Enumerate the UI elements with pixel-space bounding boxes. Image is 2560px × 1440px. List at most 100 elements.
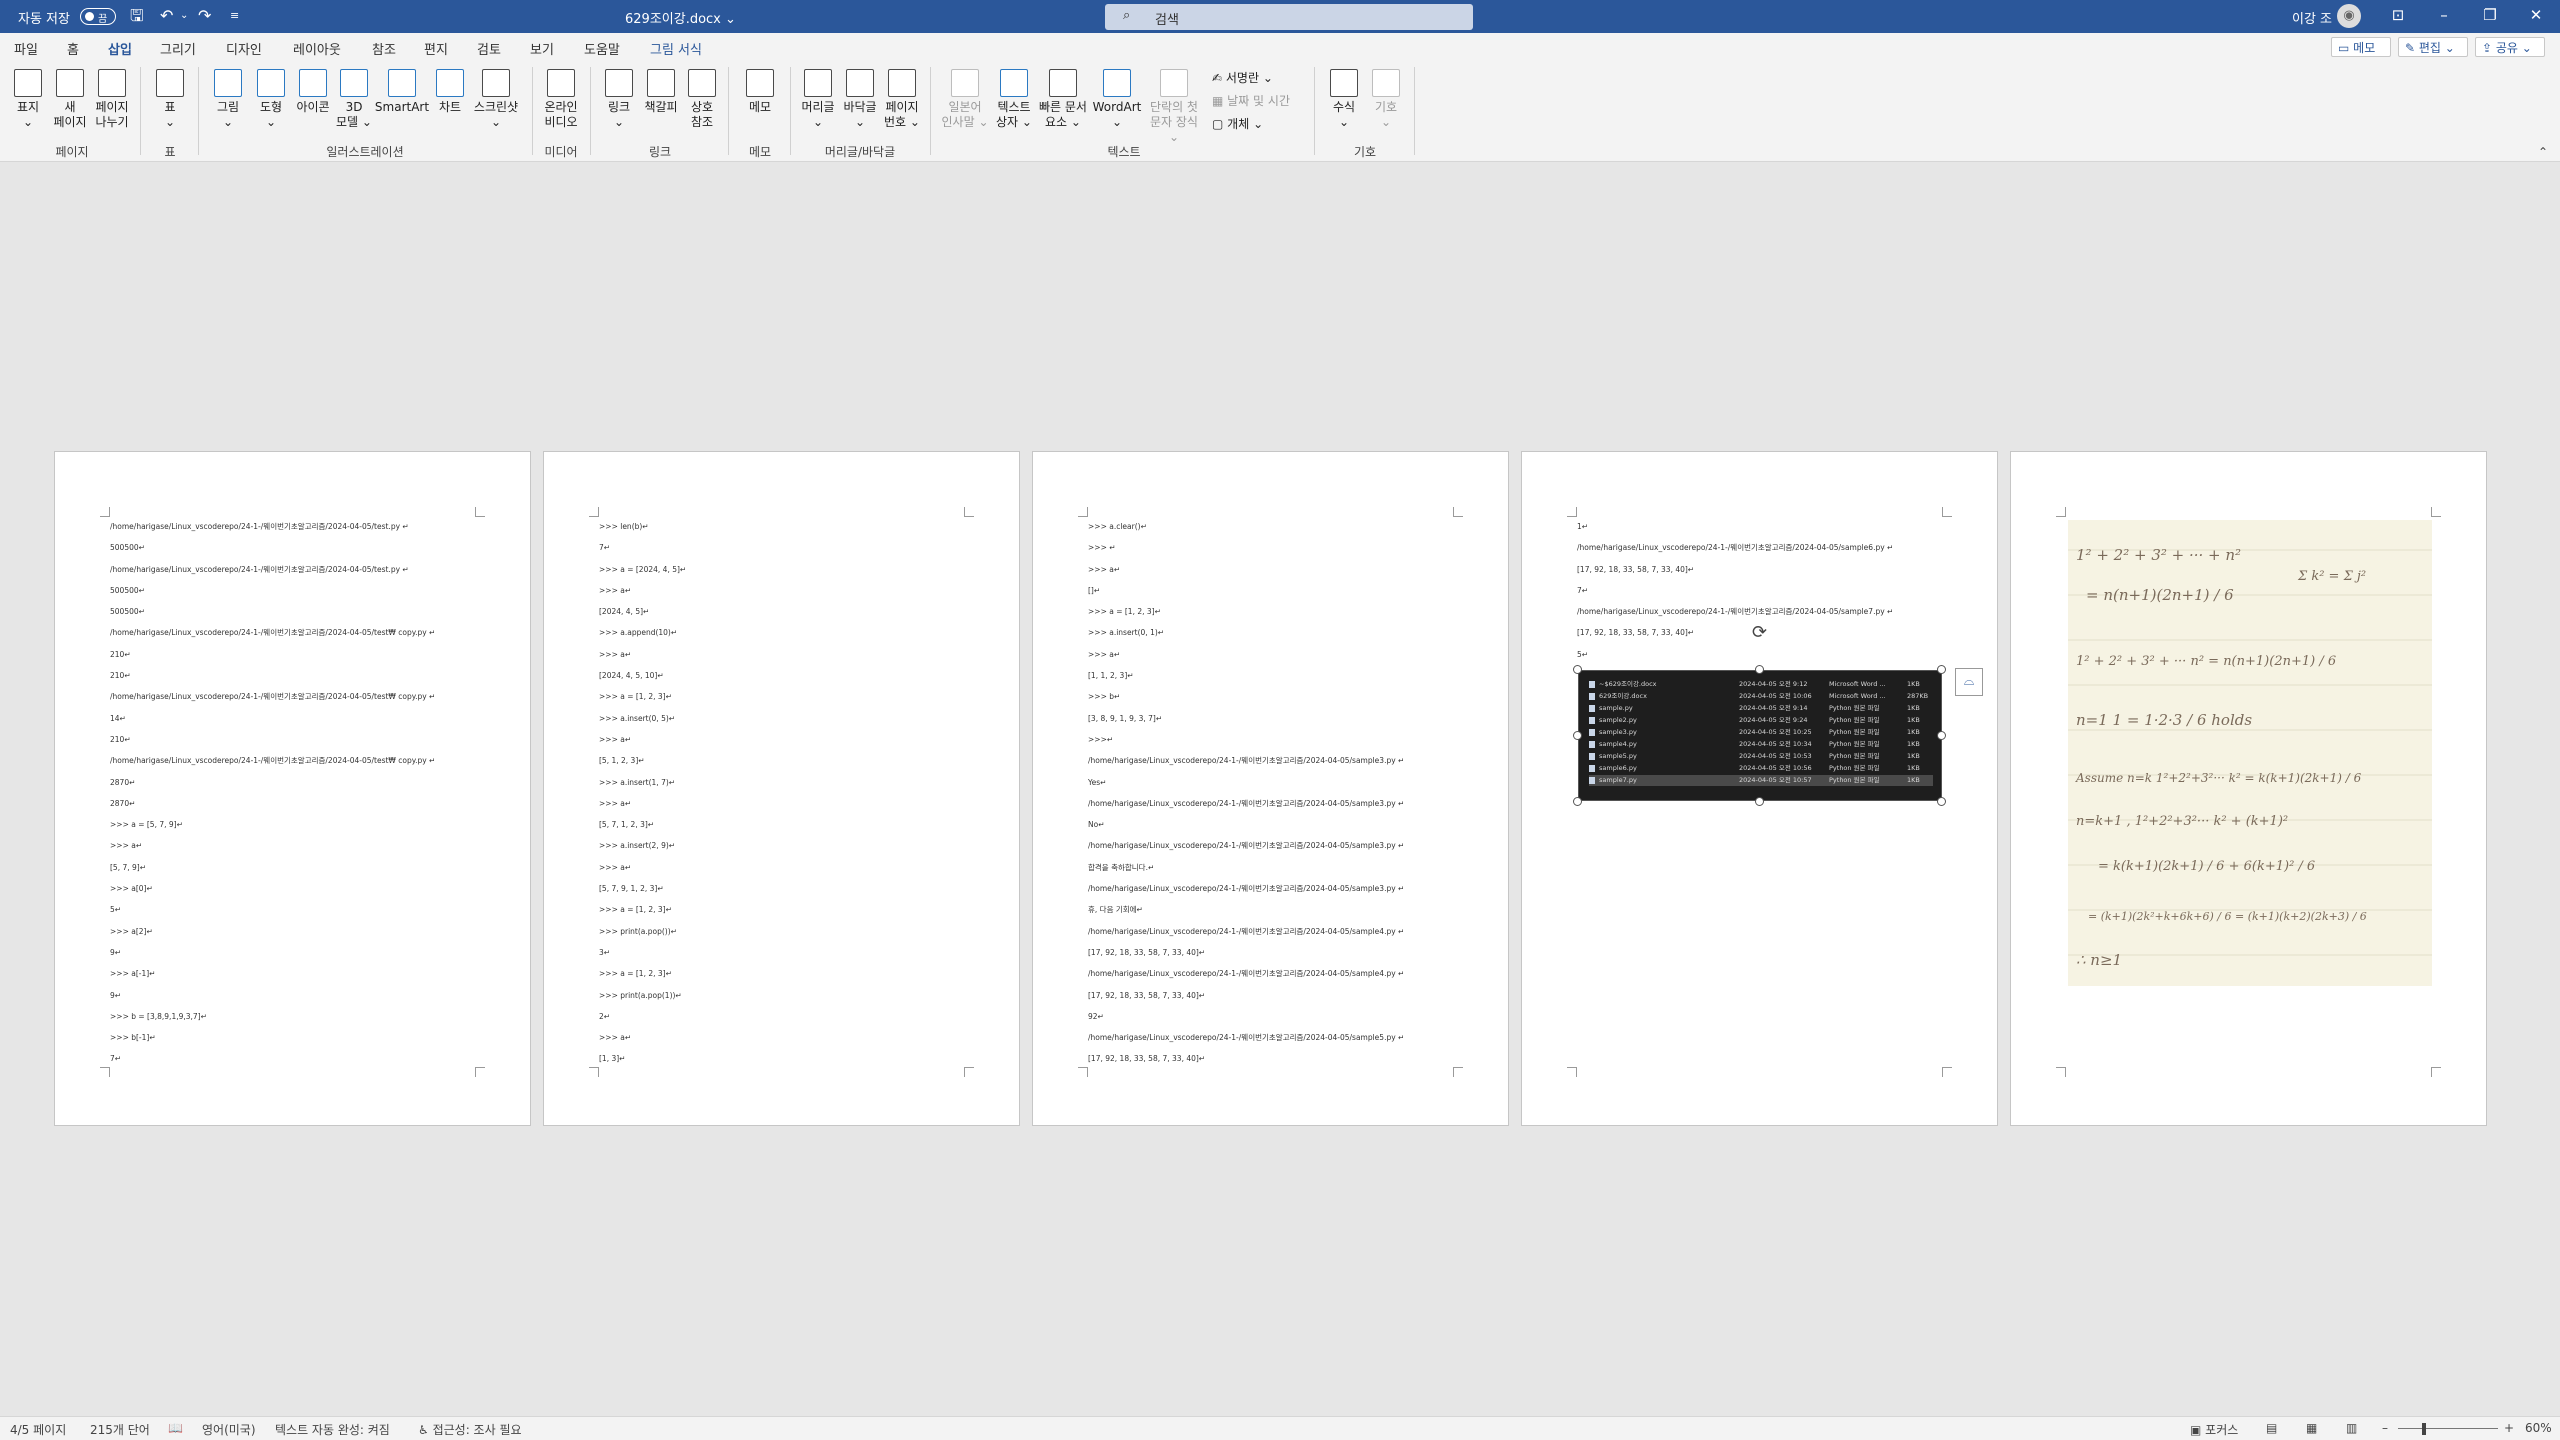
bookmark-button[interactable]: 책갈피 (640, 69, 682, 115)
search-box[interactable]: ⌕ 검색 (1105, 4, 1473, 30)
tab-layout[interactable]: 레이아웃 (293, 39, 341, 58)
comment-label: 메모 (748, 100, 772, 114)
text-predictions-status[interactable]: 텍스트 자동 완성: 켜짐 (275, 1421, 390, 1438)
search-placeholder: 검색 (1155, 13, 1179, 28)
zoom-slider[interactable] (2398, 1428, 2498, 1429)
quick-parts-button[interactable]: 빠른 문서 요소 ⌄ (1036, 69, 1090, 130)
signature-line-button[interactable]: ✍ 서명란 ⌄ (1212, 69, 1273, 86)
file-date: 2024-04-05 오전 10:25 (1739, 728, 1812, 736)
link-button[interactable]: 링크 ⌄ (600, 69, 638, 130)
resize-handle[interactable] (1573, 665, 1582, 674)
tab-home[interactable]: 홈 (67, 39, 79, 58)
comments-button[interactable]: ▭ 메모 (2331, 37, 2391, 57)
drop-cap-label-1: 단락의 첫 (1150, 100, 1198, 114)
autosave-toggle[interactable]: 끔 (80, 8, 116, 25)
page-number-icon (888, 69, 916, 97)
drop-cap-button[interactable]: 단락의 첫 문자 장식 ⌄ (1144, 69, 1204, 145)
zoom-level[interactable]: 60% (2525, 1421, 2552, 1435)
chart-button[interactable]: 차트 (432, 69, 468, 115)
resize-handle[interactable] (1937, 797, 1946, 806)
resize-handle[interactable] (1937, 665, 1946, 674)
tab-design[interactable]: 디자인 (226, 39, 262, 58)
object-button[interactable]: ▢ 개체 ⌄ (1212, 115, 1263, 132)
resize-handle[interactable] (1755, 665, 1764, 674)
resize-handle[interactable] (1573, 731, 1582, 740)
restore-icon[interactable]: ❐ (2470, 6, 2510, 24)
file-icon (1589, 753, 1595, 760)
collapse-ribbon-icon[interactable]: ⌃ (2538, 145, 2548, 159)
undo-icon[interactable]: ↶ (160, 6, 173, 26)
document-page-3[interactable]: >>> a.clear()↵ >>> ↵ >>> a↵ []↵ >>> a = [1, … (1032, 451, 1509, 1126)
save-icon[interactable]: 🖫 (130, 6, 144, 26)
tab-references[interactable]: 참조 (372, 39, 396, 58)
tab-file[interactable]: 파일 (14, 39, 38, 58)
page-count[interactable]: 4/5 페이지 (10, 1421, 66, 1438)
web-layout-icon[interactable]: ▥ (2346, 1421, 2357, 1435)
accessibility-status[interactable]: ♿ 접근성: 조사 필요 (418, 1421, 522, 1438)
text-line: 5↵ (1577, 649, 1589, 659)
proofing-icon[interactable]: 📖 (168, 1421, 183, 1435)
online-video-button[interactable]: 온라인 비디오 (540, 69, 582, 130)
tab-picture-format[interactable]: 그림 서식 (650, 39, 702, 58)
document-page-2[interactable]: >>> len(b)↵ 7↵ >>> a = [2024, 4, 5]↵ >>> a↵… (543, 451, 1020, 1126)
tab-help[interactable]: 도움말 (584, 39, 620, 58)
user-name[interactable]: 이강 조 (2292, 8, 2332, 27)
zoom-slider-thumb[interactable] (2422, 1423, 2426, 1435)
tab-draw[interactable]: 그리기 (160, 39, 196, 58)
text-box-button[interactable]: 텍스트 상자 ⌄ (994, 69, 1034, 130)
document-title[interactable]: 629조이강.docx ⌄ (625, 8, 736, 27)
comment-button[interactable]: 메모 (738, 69, 782, 115)
tab-mailings[interactable]: 편지 (424, 39, 448, 58)
read-mode-icon[interactable]: ▤ (2266, 1421, 2277, 1435)
text-line: No↵ (1088, 820, 1105, 830)
customize-qat-icon[interactable]: ≡ (230, 6, 239, 26)
picture-button[interactable]: 그림 ⌄ (208, 69, 248, 130)
language-indicator[interactable]: 영어(미국) (202, 1421, 256, 1438)
document-page-1[interactable]: /home/harigase/Linux_vscoderepo/24-1-/웨이… (54, 451, 531, 1126)
handwriting-line: = (k+1)(2k²+k+6k+6) / 6 = (k+1)(k+2)(2k+… (2088, 910, 2367, 923)
zoom-out-icon[interactable]: – (2382, 1421, 2388, 1435)
inserted-screenshot-image[interactable]: ~$629조이강.docx 2024-04-05 오전 9:12 Microsoft… (1578, 670, 1942, 801)
tab-review[interactable]: 검토 (477, 39, 501, 58)
smartart-button[interactable]: SmartArt (374, 69, 430, 115)
focus-mode-button[interactable]: ▣ 포커스 (2190, 1421, 2238, 1438)
cover-page-button[interactable]: 표지 ⌄ (10, 69, 46, 130)
date-time-button[interactable]: ▦ 날짜 및 시간 (1212, 92, 1290, 109)
share-button[interactable]: ⇪ 공유 ⌄ (2475, 37, 2545, 57)
resize-handle[interactable] (1937, 731, 1946, 740)
close-icon[interactable]: ✕ (2516, 6, 2556, 24)
undo-dropdown-icon[interactable]: ⌄ (180, 6, 188, 26)
header-button[interactable]: 머리글 ⌄ (798, 69, 838, 130)
zoom-in-icon[interactable]: + (2504, 1421, 2514, 1435)
avatar[interactable]: ◉ (2337, 4, 2361, 28)
equation-button[interactable]: 수식 ⌄ (1324, 69, 1364, 130)
3d-models-button[interactable]: 3D 모델 ⌄ (336, 69, 372, 130)
handwritten-notes-image[interactable]: 1² + 2² + 3² + ··· + n² = n(n+1)(2n+1) /… (2068, 520, 2432, 986)
screenshot-button[interactable]: 스크린샷 ⌄ (470, 69, 522, 130)
table-button[interactable]: 표 ⌄ (152, 69, 188, 130)
ribbon-display-options-icon[interactable]: ⊡ (2378, 6, 2418, 24)
icons-button[interactable]: 아이콘 (292, 69, 334, 115)
tab-view[interactable]: 보기 (530, 39, 554, 58)
editing-button[interactable]: ✎ 편집 ⌄ (2398, 37, 2468, 57)
word-count[interactable]: 215개 단어 (90, 1421, 150, 1438)
symbol-button[interactable]: 기호 ⌄ (1366, 69, 1406, 130)
tab-insert[interactable]: 삽입 (108, 39, 132, 64)
shapes-button[interactable]: 도형 ⌄ (252, 69, 290, 130)
print-layout-icon[interactable]: ▦ (2306, 1421, 2317, 1435)
page-number-button[interactable]: 페이지 번호 ⌄ (882, 69, 922, 130)
wordart-button[interactable]: WordArt ⌄ (1092, 69, 1142, 130)
layout-options-icon[interactable]: ⌓ (1955, 668, 1983, 696)
file-icon (1589, 765, 1595, 772)
cross-reference-button[interactable]: 상호 참조 (684, 69, 720, 130)
rotate-handle-icon[interactable]: ⟳ (1752, 622, 1767, 643)
redo-icon[interactable]: ↷ (198, 6, 211, 26)
minimize-icon[interactable]: – (2424, 6, 2464, 24)
resize-handle[interactable] (1573, 797, 1582, 806)
footer-button[interactable]: 바닥글 ⌄ (840, 69, 880, 130)
resize-handle[interactable] (1755, 797, 1764, 806)
page-break-button[interactable]: 페이지 나누기 (90, 69, 134, 130)
greeting-button[interactable]: 일본어 인사말 ⌄ (938, 69, 992, 130)
ribbon-insert: 표지 ⌄ 새 페이지 페이지 나누기 페이지 표 ⌄ 표 그림 ⌄ 도형 ⌄ 아이콘 3D 모… (0, 61, 2560, 162)
new-page-button[interactable]: 새 페이지 (50, 69, 90, 130)
